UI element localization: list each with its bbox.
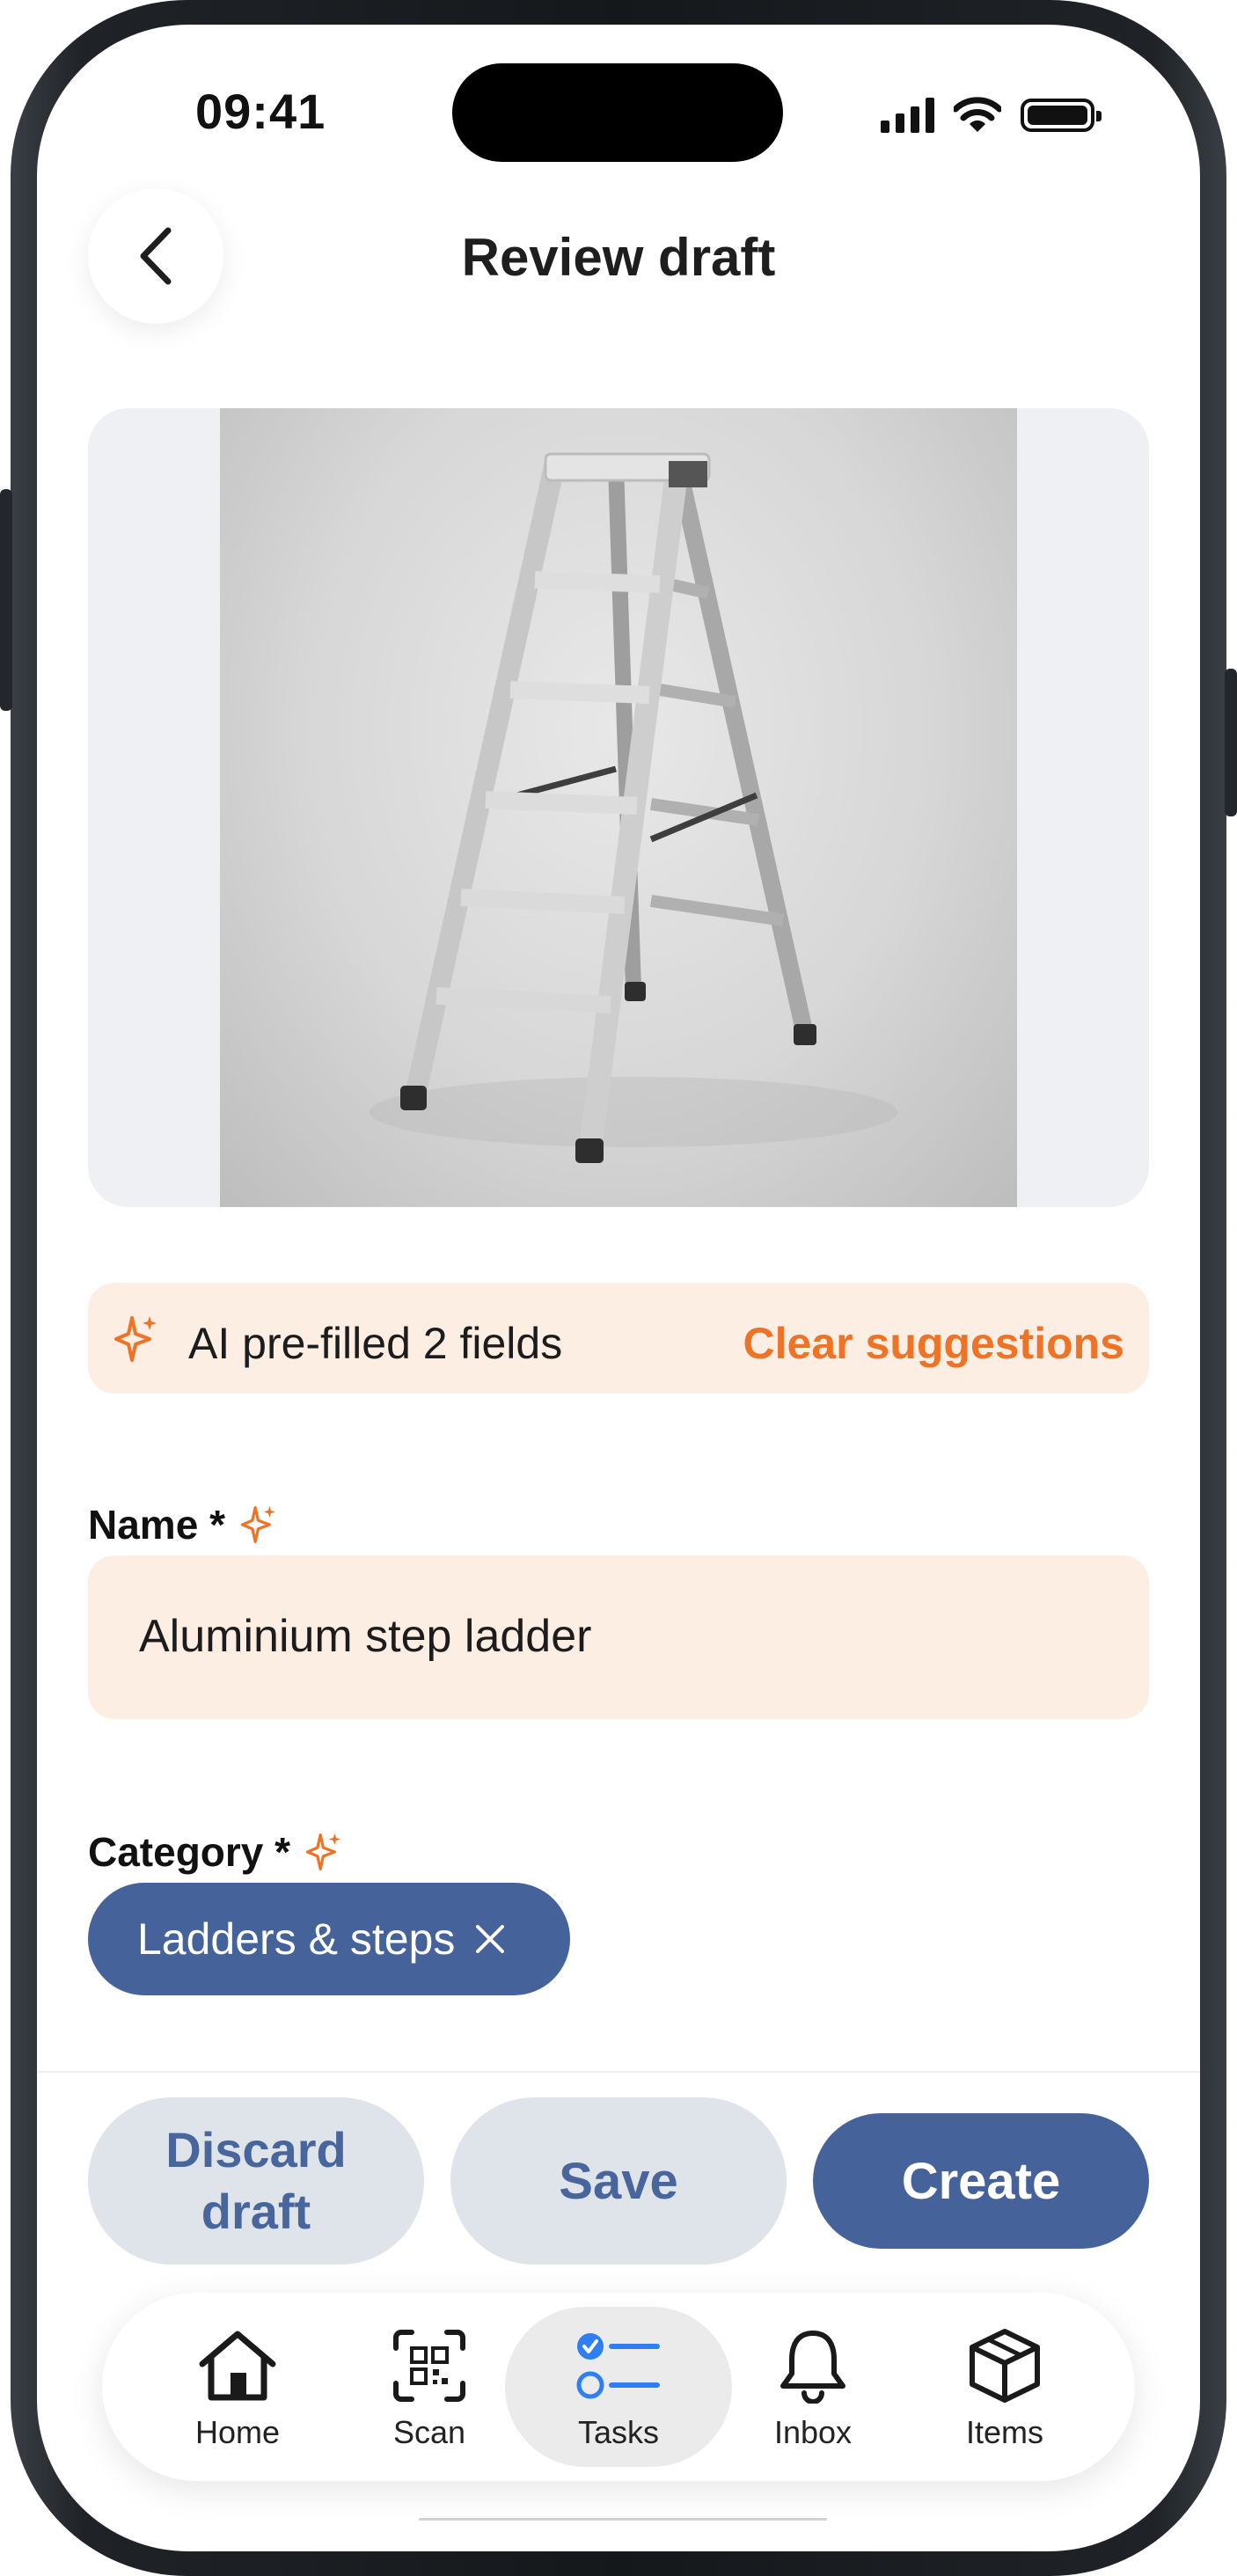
status-icons (881, 93, 1102, 137)
category-chip[interactable]: Ladders & steps (88, 1883, 570, 1995)
name-input-value: Aluminium step ladder (139, 1611, 592, 1662)
ai-banner-text: AI pre-filled 2 fields (188, 1319, 563, 1368)
page-title: Review draft (461, 228, 776, 287)
divider (37, 2071, 1200, 2073)
status-time: 09:41 (195, 84, 326, 139)
discard-draft-button[interactable]: Discard draft (88, 2097, 424, 2265)
tab-home-label: Home (194, 2414, 281, 2450)
item-photo (220, 408, 1017, 1207)
qr-scan-icon (393, 2330, 465, 2402)
sparkle-icon (114, 1316, 157, 1362)
tab-scan-label: Scan (392, 2414, 466, 2450)
name-label-text: Name * (88, 1502, 225, 1548)
ai-suggestions-banner: AI pre-filled 2 fields Clear suggestions (88, 1283, 1149, 1394)
category-chip-label: Ladders & steps (137, 1914, 456, 1964)
dynamic-island (452, 63, 783, 162)
clear-suggestions-button[interactable]: Clear suggestions (743, 1318, 1124, 1369)
tab-scan[interactable]: Scan (333, 2307, 526, 2467)
box-icon (970, 2329, 1040, 2403)
tab-tasks-label: Tasks (577, 2414, 660, 2450)
phone-side-button (0, 489, 12, 711)
tab-inbox[interactable]: Inbox (716, 2307, 910, 2467)
screen: 09:41 Review draft AI pre-filled 2 field… (37, 25, 1200, 2551)
category-field-label: Category * (88, 1828, 343, 1876)
wifi-icon (954, 97, 1001, 132)
ladder-image (370, 452, 897, 1163)
tab-items[interactable]: Items (908, 2307, 1102, 2467)
close-icon[interactable] (474, 1923, 506, 1955)
tasks-icon (576, 2333, 660, 2399)
tab-inbox-label: Inbox (773, 2414, 853, 2450)
tab-tasks[interactable]: Tasks (505, 2307, 732, 2467)
bell-icon (780, 2331, 845, 2404)
sparkle-icon (240, 1506, 275, 1543)
save-button[interactable]: Save (450, 2097, 787, 2265)
tab-items-label: Items (965, 2414, 1043, 2450)
cellular-signal-icon (881, 98, 934, 133)
name-field-label: Name * (88, 1501, 278, 1548)
create-button[interactable]: Create (813, 2113, 1149, 2249)
phone-power-button (1225, 669, 1237, 816)
category-label-text: Category * (88, 1829, 291, 1875)
battery-icon (1021, 99, 1102, 132)
name-input[interactable]: Aluminium step ladder (88, 1555, 1149, 1719)
home-indicator (419, 2518, 827, 2521)
item-photo-card[interactable] (88, 408, 1149, 1207)
sparkle-icon (306, 1833, 340, 1870)
tab-bar: Home Scan Tasks Inbox Items (102, 2293, 1135, 2481)
discard-draft-label: Discard draft (165, 2122, 347, 2239)
tab-home[interactable]: Home (141, 2307, 334, 2467)
home-icon (199, 2331, 276, 2401)
